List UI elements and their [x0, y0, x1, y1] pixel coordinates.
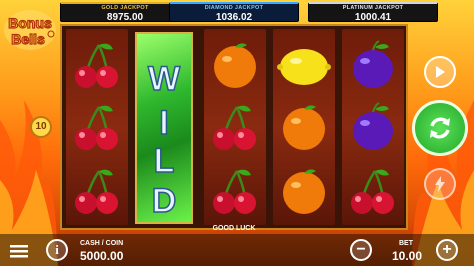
svg-text:Bells: Bells: [11, 31, 45, 47]
bet-increase-button[interactable]: +: [436, 239, 458, 261]
svg-text:D: D: [152, 182, 177, 220]
paylines-badge: 10: [30, 116, 52, 138]
svg-text:I: I: [159, 104, 168, 142]
orange-icon: [283, 169, 325, 214]
lemon-icon: [277, 49, 331, 85]
cherry-icon: [213, 169, 256, 214]
cherry-icon: [75, 169, 118, 214]
orange-icon: [283, 105, 325, 150]
lightning-icon: [435, 176, 445, 192]
cash-label: CASH / COIN: [80, 240, 124, 247]
reel-4: [273, 29, 335, 225]
wild-text: W I L D: [147, 59, 182, 221]
spin-arrows-icon: [430, 117, 450, 139]
autoplay-button[interactable]: [424, 56, 456, 88]
reel-1: [66, 29, 128, 225]
play-icon: [436, 66, 445, 78]
turbo-button[interactable]: [424, 168, 456, 200]
info-button[interactable]: i: [46, 239, 68, 261]
platinum-jackpot: PLATINUM JACKPOT 1000.41: [308, 2, 438, 23]
diamond-jackpot-value: 1036.02: [215, 12, 253, 23]
cherry-icon: [75, 105, 118, 150]
bet-label: BET: [399, 240, 413, 247]
info-icon: i: [55, 242, 59, 257]
reel-area: W I L D: [60, 24, 408, 230]
reel-3: [204, 29, 266, 225]
menu-button[interactable]: [8, 243, 30, 259]
platinum-jackpot-label: PLATINUM JACKPOT: [342, 5, 404, 11]
wild-symbol: W I L D: [135, 32, 193, 224]
cherry-icon: [351, 169, 394, 214]
svg-text:L: L: [154, 142, 175, 180]
cherry-icon: [213, 105, 256, 150]
game-logo: Bonus Bells: [2, 6, 58, 54]
status-message: GOOD LUCK: [212, 225, 256, 232]
plus-icon: +: [442, 241, 452, 258]
menu-icon: [10, 245, 28, 258]
cherry-icon: [75, 43, 118, 88]
svg-text:W: W: [148, 60, 181, 98]
reel-5: [342, 29, 404, 225]
spin-button[interactable]: [412, 100, 468, 156]
plum-icon: [353, 102, 393, 150]
bet-value: 10.00: [392, 249, 423, 263]
minus-icon: −: [356, 241, 366, 258]
svg-text:Bonus: Bonus: [8, 15, 52, 31]
plum-icon: [353, 40, 393, 88]
platinum-jackpot-value: 1000.41: [354, 12, 392, 23]
cash-value: 5000.00: [80, 249, 124, 263]
bet-decrease-button[interactable]: −: [350, 239, 372, 261]
diamond-jackpot: DIAMOND JACKPOT 1036.02: [169, 2, 299, 23]
orange-icon: [214, 43, 256, 88]
diamond-jackpot-label: DIAMOND JACKPOT: [204, 5, 264, 11]
